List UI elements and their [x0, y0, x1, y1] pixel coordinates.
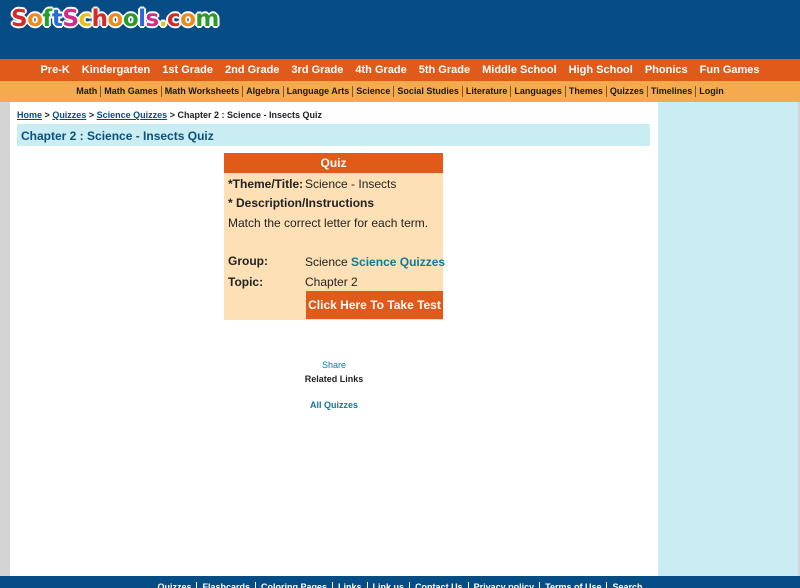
nav-primary-middle-school[interactable]: Middle School: [482, 64, 557, 76]
science-quizzes-link[interactable]: Science Quizzes: [351, 255, 445, 269]
group-label: Group:: [228, 254, 268, 268]
nav-secondary-science[interactable]: Science: [352, 86, 393, 97]
secondary-nav: Math Math Games Math Worksheets Algebra Lang…: [0, 81, 800, 102]
topic-value: Chapter 2: [305, 275, 358, 289]
nav-primary-4th-grade[interactable]: 4th Grade: [355, 64, 406, 76]
breadcrumb-quizzes-link[interactable]: Quizzes: [52, 110, 86, 120]
logo-letter: c: [78, 6, 92, 32]
footer-links: Quizzes Flashcards Coloring Pages Links Link…: [0, 582, 800, 588]
site-header: SoftSchools.com: [0, 0, 800, 59]
breadcrumb-home-link[interactable]: Home: [17, 110, 42, 120]
logo-letter: S: [11, 6, 28, 32]
nav-primary-pre-k[interactable]: Pre-K: [40, 64, 69, 76]
nav-primary-1st-grade[interactable]: 1st Grade: [162, 64, 213, 76]
page-title-bar: Chapter 2 : Science - Insects Quiz: [17, 124, 650, 146]
nav-secondary-quizzes[interactable]: Quizzes: [605, 86, 647, 97]
footer-link-links[interactable]: Links: [332, 582, 367, 588]
right-sidebar: [658, 102, 798, 576]
nav-secondary-social-studies[interactable]: Social Studies: [393, 86, 462, 97]
nav-primary-3rd-grade[interactable]: 3rd Grade: [291, 64, 343, 76]
nav-secondary-algebra[interactable]: Algebra: [242, 86, 283, 97]
nav-secondary-math-worksheets[interactable]: Math Worksheets: [160, 86, 242, 97]
nav-primary-high-school[interactable]: High School: [569, 64, 633, 76]
footer-link-privacy-policy[interactable]: Privacy policy: [467, 582, 540, 588]
nav-primary-5th-grade[interactable]: 5th Grade: [419, 64, 470, 76]
logo-letter: f: [42, 6, 52, 32]
logo-letter: s: [145, 6, 160, 32]
theme-label: *Theme/Title:: [228, 177, 304, 191]
nav-secondary-timelines[interactable]: Timelines: [646, 86, 695, 97]
logo-letter: l: [138, 6, 146, 32]
description-value: Match the correct letter for each term.: [228, 216, 429, 230]
logo-letter: o: [107, 6, 124, 32]
nav-secondary-login[interactable]: Login: [695, 86, 727, 97]
description-label: * Description/Instructions: [228, 196, 375, 210]
logo-letter: c: [166, 6, 181, 32]
nav-secondary-math[interactable]: Math: [73, 86, 100, 97]
site-logo[interactable]: SoftSchools.com: [11, 6, 219, 32]
page-title: Chapter 2 : Science - Insects Quiz: [21, 129, 214, 143]
group-value-row: Science Science Quizzes: [305, 255, 445, 269]
take-test-button[interactable]: Click Here To Take Test: [306, 291, 443, 319]
logo-letter: m: [195, 6, 219, 32]
primary-nav: Pre-K Kindergarten 1st Grade 2nd Grade 3rd G…: [0, 59, 800, 81]
related-links-heading: Related Links: [304, 374, 364, 384]
footer-link-flashcards[interactable]: Flashcards: [196, 582, 255, 588]
breadcrumb: Home > Quizzes > Science Quizzes > Chapt…: [17, 110, 322, 120]
nav-secondary-themes[interactable]: Themes: [564, 86, 606, 97]
footer-link-terms-of-use[interactable]: Terms of Use: [539, 582, 606, 588]
logo-letter: .: [158, 6, 168, 32]
logo-letter: o: [27, 6, 43, 32]
theme-value: Science - Insects: [305, 177, 397, 191]
main-content: Home > Quizzes > Science Quizzes > Chapt…: [10, 102, 658, 576]
logo-letter: o: [122, 6, 139, 32]
logo-letter: h: [91, 6, 108, 32]
nav-primary-fun-games[interactable]: Fun Games: [700, 64, 760, 76]
nav-primary-kindergarten[interactable]: Kindergarten: [82, 64, 150, 76]
quiz-info-card: Quiz *Theme/Title: Science - Insects * D…: [224, 153, 445, 320]
group-value: Science: [305, 255, 348, 269]
nav-primary-2nd-grade[interactable]: 2nd Grade: [225, 64, 279, 76]
footer-link-quizzes[interactable]: Quizzes: [152, 582, 196, 588]
nav-secondary-math-games[interactable]: Math Games: [100, 86, 161, 97]
nav-secondary-literature[interactable]: Literature: [461, 86, 511, 97]
all-quizzes-link[interactable]: All Quizzes: [10, 400, 658, 410]
footer-link-coloring-pages[interactable]: Coloring Pages: [255, 582, 332, 588]
breadcrumb-separator: >: [88, 110, 95, 120]
footer-link-contact-us[interactable]: Contact Us: [409, 582, 468, 588]
breadcrumb-separator: >: [169, 110, 175, 120]
logo-letter: o: [180, 6, 196, 32]
left-gutter: [0, 102, 10, 576]
logo-letter: S: [62, 6, 79, 32]
nav-secondary-language-arts[interactable]: Language Arts: [282, 86, 353, 97]
breadcrumb-separator: >: [44, 110, 50, 120]
breadcrumb-current: Chapter 2 : Science - Insects Quiz: [177, 110, 323, 120]
footer-link-link-us[interactable]: Link us: [366, 582, 410, 588]
quiz-card-header: Quiz: [224, 153, 443, 173]
site-footer: Quizzes Flashcards Coloring Pages Links Link…: [0, 576, 800, 588]
nav-secondary-languages[interactable]: Languages: [510, 86, 565, 97]
share-link[interactable]: Share: [10, 360, 658, 370]
logo-letter: t: [51, 6, 63, 32]
topic-label: Topic:: [228, 275, 264, 289]
footer-link-search[interactable]: Search: [606, 582, 647, 588]
nav-primary-phonics[interactable]: Phonics: [645, 64, 688, 76]
breadcrumb-science-quizzes-link[interactable]: Science Quizzes: [97, 110, 168, 120]
